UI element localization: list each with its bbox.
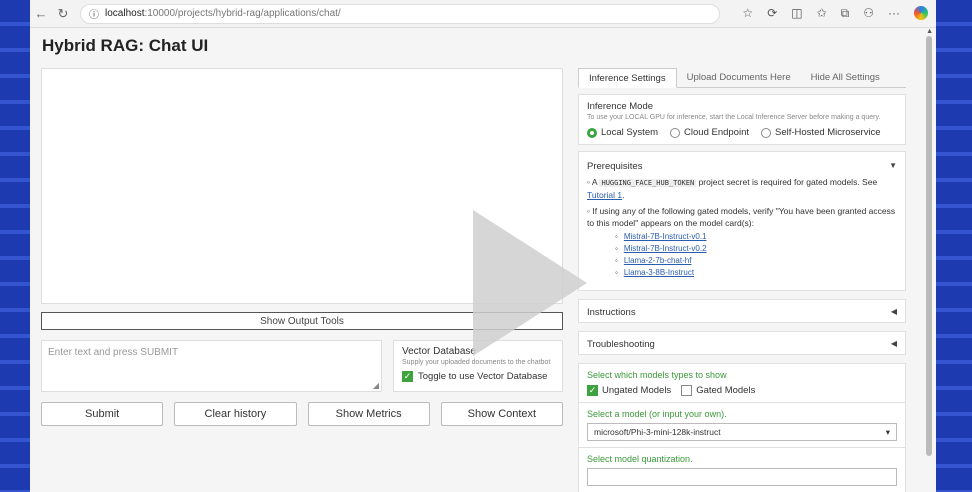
empty-checkbox-icon (681, 385, 693, 396)
model-link[interactable]: Llama-2-7b-chat-hf (624, 256, 692, 265)
gated-model-list: ◦ Mistral-7B-Instruct-v0.1 ◦ Mistral-7B-In… (615, 232, 707, 277)
page-scrollbar[interactable] (926, 36, 932, 456)
extension-icon[interactable]: ⟳ (767, 6, 777, 21)
radio-local-system[interactable]: Local System (587, 127, 658, 138)
tab-upload-documents[interactable]: Upload Documents Here (677, 68, 801, 87)
url-host: localhost (105, 8, 145, 19)
caret-down-icon[interactable]: ▼ (889, 161, 897, 170)
ungated-models-checkbox[interactable]: ✓ Ungated Models (587, 385, 671, 396)
show-metrics-button[interactable]: Show Metrics (307, 402, 430, 426)
caret-left-icon[interactable]: ◀ (891, 307, 897, 316)
quantization-box: Select model quantization. (578, 448, 906, 492)
model-types-label: Select which models types to show (587, 370, 727, 380)
inference-mode-title: Inference Mode (587, 101, 654, 112)
model-link[interactable]: Mistral-7B-Instruct-v0.2 (624, 244, 707, 253)
model-select-label: Select a model (or input your own). (587, 409, 727, 419)
prereq-text: project secret is required for gated mod… (698, 177, 878, 187)
radio-label: Self-Hosted Microservice (775, 127, 881, 138)
prereq-text: If using any of the following gated mode… (587, 206, 896, 228)
submit-button[interactable]: Submit (41, 402, 164, 426)
model-link[interactable]: Mistral-7B-Instruct-v0.1 (624, 232, 707, 241)
message-placeholder: Enter text and press SUBMIT (48, 347, 179, 358)
right-background (936, 0, 972, 492)
troubleshooting-accordion[interactable]: Troubleshooting ◀ (578, 331, 906, 355)
prerequisites-title[interactable]: Prerequisites (587, 161, 897, 172)
radio-label: Cloud Endpoint (684, 127, 749, 138)
show-context-button[interactable]: Show Context (440, 402, 563, 426)
back-arrow-icon[interactable]: ← (30, 6, 52, 21)
tutorial-link[interactable]: Tutorial 1 (587, 190, 622, 200)
collections-icon[interactable]: ⧉ (841, 6, 850, 21)
checkbox-label: Ungated Models (602, 385, 672, 396)
quantization-label: Select model quantization. (587, 454, 693, 464)
gated-models-checkbox[interactable]: Gated Models (681, 385, 755, 396)
settings-panel: Inference Settings Upload Documents Here… (578, 68, 906, 492)
checkbox-label: Gated Models (696, 385, 756, 396)
model-link[interactable]: Llama-3-8B-Instruct (624, 268, 694, 277)
edge-logo-icon[interactable] (914, 6, 928, 20)
copilot-icon[interactable]: ⚇ (863, 6, 874, 21)
video-play-icon[interactable] (473, 210, 587, 356)
model-select-value: microsoft/Phi-3-mini-128k-instruct (594, 427, 721, 437)
inference-mode-subtitle: To use your LOCAL GPU for inference, sta… (587, 114, 881, 121)
resize-handle-icon[interactable]: ◢ (373, 381, 379, 390)
radio-cloud-endpoint[interactable]: Cloud Endpoint (670, 127, 749, 138)
model-select-box: Select a model (or input your own). micr… (578, 403, 906, 448)
settings-tabs: Inference Settings Upload Documents Here… (578, 68, 906, 88)
reload-icon[interactable]: ↻ (52, 6, 74, 22)
prereq-text: A (591, 177, 598, 187)
radio-empty-icon (761, 127, 771, 138)
checkmark-icon: ✓ (587, 385, 598, 396)
action-buttons: Submit Clear history Show Metrics Show C… (41, 402, 563, 426)
model-select[interactable]: microsoft/Phi-3-mini-128k-instruct ▾ (587, 423, 897, 441)
radio-label: Local System (601, 127, 659, 138)
scroll-up-icon[interactable]: ▲ (926, 28, 933, 35)
browser-toolbar: ← ↻ ⓘ localhost:10000/projects/hybrid-ra… (30, 0, 936, 28)
tab-inference-settings[interactable]: Inference Settings (578, 68, 677, 88)
model-types-box: Select which models types to show ✓ Ungat… (578, 363, 906, 403)
checkmark-icon[interactable]: ✓ (402, 371, 413, 382)
favorites-icon[interactable]: ✩ (817, 6, 827, 21)
dropdown-arrow-icon: ▾ (885, 426, 890, 437)
caret-left-icon[interactable]: ◀ (891, 339, 897, 348)
instructions-accordion[interactable]: Instructions ◀ (578, 299, 906, 323)
address-bar[interactable]: ⓘ localhost:10000/projects/hybrid-rag/ap… (80, 3, 720, 24)
info-icon: ⓘ (89, 10, 99, 21)
tab-hide-all-settings[interactable]: Hide All Settings (801, 68, 890, 87)
star-icon[interactable]: ☆ (742, 6, 753, 21)
page-title: Hybrid RAG: Chat UI (42, 36, 209, 55)
clear-history-button[interactable]: Clear history (174, 402, 297, 426)
prerequisites-accordion: Prerequisites ▼ ◦ A HUGGING_FACE_HUB_TOK… (578, 151, 906, 291)
radio-self-hosted[interactable]: Self-Hosted Microservice (761, 127, 881, 138)
troubleshooting-title: Troubleshooting (587, 339, 655, 350)
app-page: Hybrid RAG: Chat UI Show Output Tools En… (30, 28, 936, 492)
prereq-line-2: ◦ If using any of the following gated mo… (587, 206, 896, 228)
quantization-select[interactable] (587, 468, 897, 486)
inference-mode-box: Inference Mode To use your LOCAL GPU for… (578, 94, 906, 145)
message-input[interactable]: Enter text and press SUBMIT ◢ (41, 340, 382, 392)
vector-database-toggle[interactable]: ✓ Toggle to use Vector Database (402, 371, 554, 382)
radio-selected-icon (587, 127, 597, 138)
vector-database-toggle-label: Toggle to use Vector Database (418, 371, 548, 382)
split-screen-icon[interactable]: ◫ (791, 6, 802, 21)
vector-database-subtitle: Supply your uploaded documents to the ch… (402, 359, 551, 366)
hf-token-code: HUGGING_FACE_HUB_TOKEN (599, 179, 697, 187)
prereq-line-1: ◦ A HUGGING_FACE_HUB_TOKEN project secre… (587, 177, 878, 200)
more-icon[interactable]: ··· (888, 6, 900, 21)
radio-empty-icon (670, 127, 681, 138)
url-path: :10000/projects/hybrid-rag/applications/… (144, 8, 341, 19)
left-background (0, 0, 30, 492)
instructions-title: Instructions (587, 307, 636, 318)
